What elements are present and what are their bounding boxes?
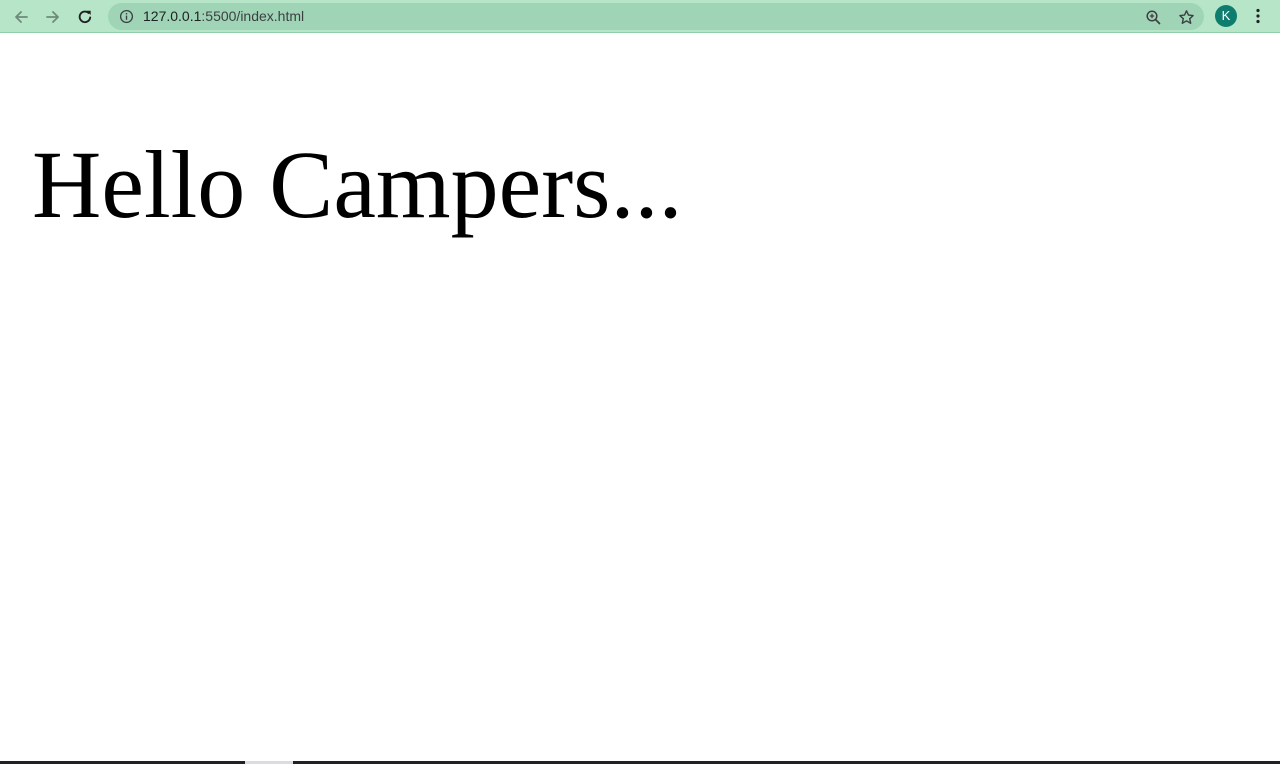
page-content: Hello Campers...: [0, 34, 1280, 762]
arrow-right-icon: [46, 11, 59, 23]
back-button[interactable]: [8, 4, 34, 30]
profile-avatar[interactable]: K: [1215, 5, 1237, 27]
address-bar[interactable]: 127.0.0.1:5500/index.html: [108, 3, 1204, 30]
info-icon[interactable]: [119, 9, 134, 24]
browser-menu-button[interactable]: [1248, 5, 1268, 27]
browser-toolbar: 127.0.0.1:5500/index.html K: [0, 0, 1280, 33]
zoom-in-icon: [1145, 9, 1160, 24]
star-icon: [1178, 9, 1194, 24]
forward-button[interactable]: [40, 4, 66, 30]
url-path: :5500/index.html: [201, 8, 305, 24]
kebab-menu-icon: [1256, 8, 1260, 24]
arrow-left-icon: [15, 11, 28, 23]
url-text[interactable]: 127.0.0.1:5500/index.html: [143, 8, 304, 25]
zoom-button[interactable]: [1144, 8, 1162, 26]
reload-icon: [78, 10, 92, 24]
url-host: 127.0.0.1: [143, 8, 202, 24]
page-heading: Hello Campers...: [32, 131, 683, 238]
reload-button[interactable]: [72, 4, 98, 30]
bookmark-button[interactable]: [1177, 8, 1195, 26]
